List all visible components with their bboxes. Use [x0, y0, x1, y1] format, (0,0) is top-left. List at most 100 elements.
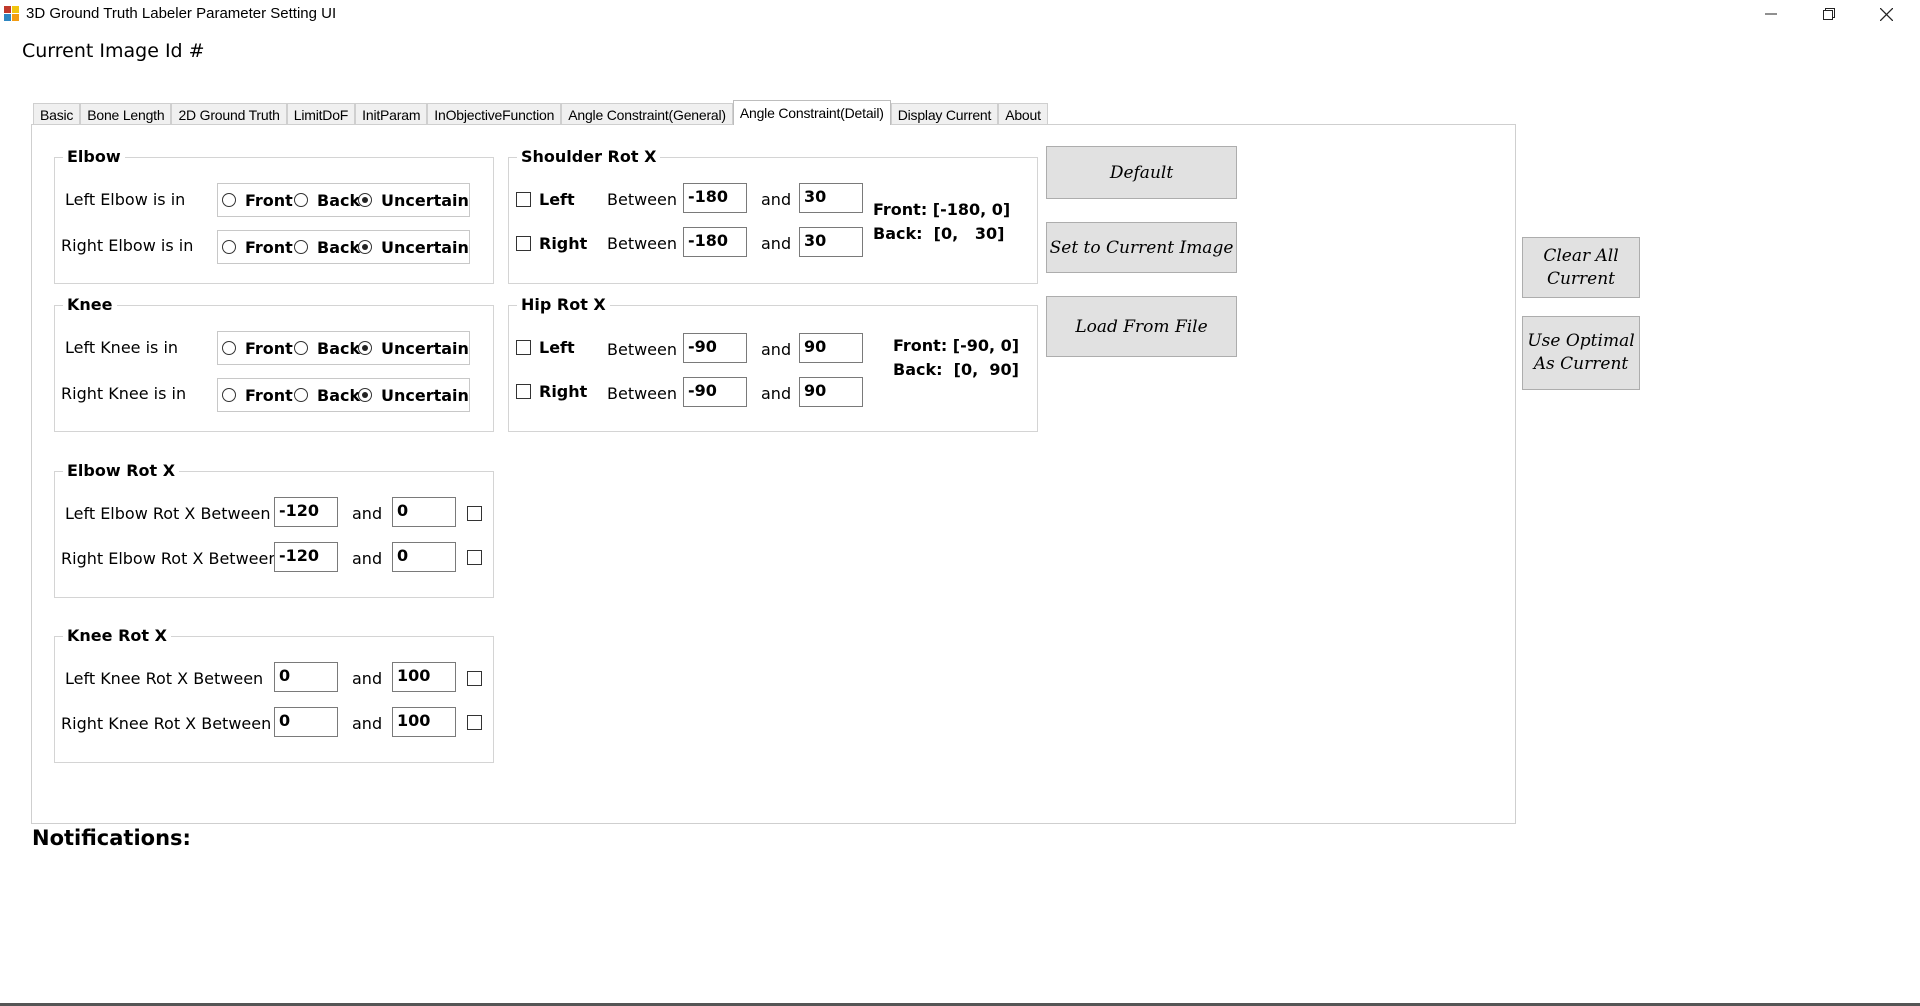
right-knee-rot-x-min-input[interactable]: 0 — [274, 707, 338, 737]
shoulder-right-checkbox[interactable] — [516, 236, 531, 251]
right-elbow-back-radio[interactable] — [294, 240, 308, 254]
hip-right-and-label: and — [761, 384, 792, 403]
tab-about[interactable]: About — [998, 103, 1048, 125]
shoulder-left-max-input[interactable]: 30 — [799, 183, 863, 213]
left-knee-front-label: Front — [245, 339, 293, 358]
restore-button[interactable] — [1801, 0, 1857, 28]
left-elbow-rot-x-and-label: and — [352, 504, 383, 523]
right-elbow-uncertain-radio[interactable] — [358, 240, 372, 254]
hip-left-and-label: and — [761, 340, 792, 359]
left-elbow-rot-x-min-input[interactable]: -120 — [274, 497, 338, 527]
knee-group: Knee Left Knee is in Front Back Uncertai… — [54, 295, 494, 432]
right-knee-radio-group: Front Back Uncertain — [217, 378, 470, 412]
clear-all-current-line2: Current — [1546, 268, 1616, 289]
left-knee-rot-x-checkbox[interactable] — [467, 671, 482, 686]
right-knee-back-radio[interactable] — [294, 388, 308, 402]
use-optimal-line1: Use Optimal — [1527, 331, 1635, 351]
left-knee-rot-x-min-input[interactable]: 0 — [274, 662, 338, 692]
right-knee-uncertain-radio[interactable] — [358, 388, 372, 402]
hip-left-checkbox[interactable] — [516, 340, 531, 355]
right-elbow-front-label: Front — [245, 238, 293, 257]
hip-right-checkbox[interactable] — [516, 384, 531, 399]
tab-bone-length[interactable]: Bone Length — [80, 103, 172, 125]
right-elbow-back-label: Back — [317, 238, 361, 257]
knee-rot-x-title: Knee Rot X — [63, 626, 171, 645]
right-knee-front-label: Front — [245, 386, 293, 405]
left-elbow-uncertain-radio[interactable] — [358, 193, 372, 207]
right-knee-rot-x-and-label: and — [352, 714, 383, 733]
left-elbow-back-radio[interactable] — [294, 193, 308, 207]
tab-basic[interactable]: Basic — [33, 103, 81, 125]
clear-all-current-button[interactable]: Clear All Current — [1522, 237, 1640, 298]
shoulder-left-and-label: and — [761, 190, 792, 209]
hip-right-between-label: Between — [607, 384, 678, 403]
restore-icon — [1823, 8, 1835, 20]
right-knee-rot-x-label: Right Knee Rot X Between — [61, 714, 272, 733]
left-elbow-front-radio[interactable] — [222, 193, 236, 207]
right-elbow-rot-x-max-input[interactable]: 0 — [392, 542, 456, 572]
minimize-button[interactable] — [1743, 0, 1799, 28]
shoulder-right-label: Right — [539, 234, 588, 253]
shoulder-front-hint: Front: [-180, 0] — [873, 200, 1011, 219]
close-button[interactable] — [1858, 0, 1914, 28]
right-knee-rot-x-max-input[interactable]: 100 — [392, 707, 456, 737]
tab-in-objective-function[interactable]: InObjectiveFunction — [427, 103, 562, 125]
left-elbow-rot-x-max-input[interactable]: 0 — [392, 497, 456, 527]
shoulder-left-between-label: Between — [607, 190, 678, 209]
title-bar: 3D Ground Truth Labeler Parameter Settin… — [0, 0, 1920, 28]
right-elbow-uncertain-label: Uncertain — [381, 238, 469, 257]
shoulder-left-label: Left — [539, 190, 575, 209]
left-knee-uncertain-radio[interactable] — [358, 341, 372, 355]
shoulder-right-max-input[interactable]: 30 — [799, 227, 863, 257]
left-knee-rot-x-label: Left Knee Rot X Between — [65, 669, 264, 688]
hip-left-label: Left — [539, 338, 575, 357]
default-button[interactable]: Default — [1046, 146, 1237, 199]
tab-init-param[interactable]: InitParam — [355, 103, 428, 125]
left-knee-front-radio[interactable] — [222, 341, 236, 355]
left-elbow-back-label: Back — [317, 191, 361, 210]
right-elbow-radio-group: Front Back Uncertain — [217, 230, 470, 264]
shoulder-rot-x-group: Shoulder Rot X Left Between -180 and 30 … — [508, 147, 1038, 284]
left-elbow-label: Left Elbow is in — [65, 190, 186, 209]
knee-rot-x-group: Knee Rot X Left Knee Rot X Between 0 and… — [54, 626, 494, 763]
close-icon — [1879, 7, 1893, 21]
right-knee-front-radio[interactable] — [222, 388, 236, 402]
shoulder-back-hint: Back: [0, 30] — [873, 224, 1005, 243]
tab-angle-constraint-detail[interactable]: Angle Constraint(Detail) — [732, 100, 891, 125]
shoulder-left-checkbox[interactable] — [516, 192, 531, 207]
left-elbow-rot-x-checkbox[interactable] — [467, 506, 482, 521]
hip-left-max-input[interactable]: 90 — [799, 333, 863, 363]
hip-back-hint: Back: [0, 90] — [893, 360, 1019, 379]
right-elbow-rot-x-min-input[interactable]: -120 — [274, 542, 338, 572]
left-elbow-uncertain-label: Uncertain — [381, 191, 469, 210]
hip-left-min-input[interactable]: -90 — [683, 333, 747, 363]
tab-limit-dof[interactable]: LimitDoF — [286, 103, 356, 125]
hip-right-max-input[interactable]: 90 — [799, 377, 863, 407]
left-knee-radio-group: Front Back Uncertain — [217, 331, 470, 365]
right-knee-uncertain-label: Uncertain — [381, 386, 469, 405]
window-title: 3D Ground Truth Labeler Parameter Settin… — [26, 5, 337, 22]
hip-rot-x-title: Hip Rot X — [517, 295, 610, 314]
elbow-rot-x-title: Elbow Rot X — [63, 461, 180, 480]
left-knee-back-radio[interactable] — [294, 341, 308, 355]
left-knee-label: Left Knee is in — [65, 338, 179, 357]
shoulder-right-min-input[interactable]: -180 — [683, 227, 747, 257]
load-from-file-button[interactable]: Load From File — [1046, 296, 1237, 357]
tab-2d-ground-truth[interactable]: 2D Ground Truth — [171, 103, 287, 125]
left-elbow-rot-x-label: Left Elbow Rot X Between — [65, 504, 271, 523]
elbow-group: Elbow Left Elbow is in Front Back Uncert… — [54, 147, 494, 284]
set-to-current-image-button[interactable]: Set to Current Image — [1046, 222, 1237, 273]
hip-rot-x-group: Hip Rot X Left Between -90 and 90 Right … — [508, 295, 1038, 432]
tab-angle-constraint-general[interactable]: Angle Constraint(General) — [561, 103, 733, 125]
knee-group-title: Knee — [63, 295, 117, 314]
right-knee-back-label: Back — [317, 386, 361, 405]
right-knee-rot-x-checkbox[interactable] — [467, 715, 482, 730]
app-icon — [4, 6, 20, 22]
right-elbow-rot-x-checkbox[interactable] — [467, 550, 482, 565]
use-optimal-as-current-button[interactable]: Use Optimal As Current — [1522, 316, 1640, 390]
hip-right-min-input[interactable]: -90 — [683, 377, 747, 407]
tab-display-current[interactable]: Display Current — [890, 103, 999, 125]
right-elbow-front-radio[interactable] — [222, 240, 236, 254]
shoulder-left-min-input[interactable]: -180 — [683, 183, 747, 213]
left-knee-rot-x-max-input[interactable]: 100 — [392, 662, 456, 692]
